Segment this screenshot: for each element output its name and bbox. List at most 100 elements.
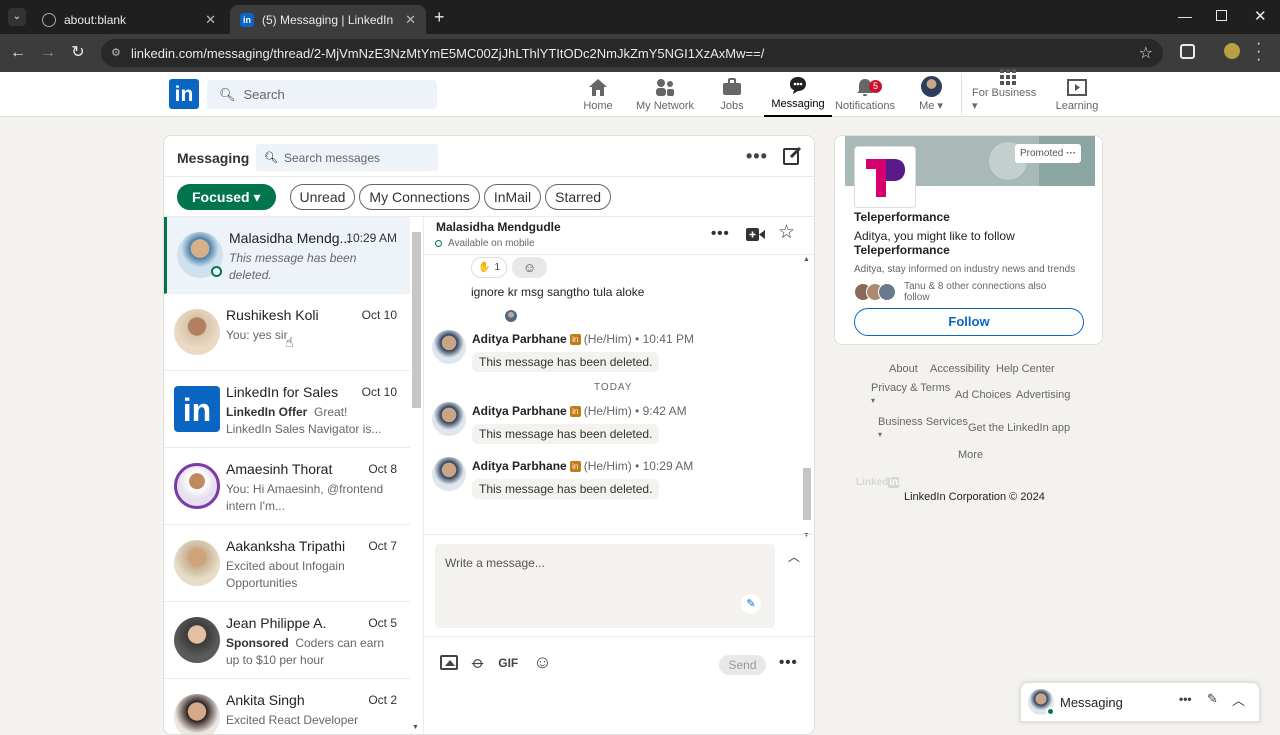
back-icon[interactable]: ← (8, 43, 28, 63)
message-text: ignore kr msg sangtho tula aloke (471, 285, 645, 299)
bookmark-star-icon[interactable]: ☆ (1139, 43, 1153, 63)
video-call-icon[interactable] (746, 228, 765, 246)
follow-button[interactable]: Follow (854, 308, 1084, 336)
attachment-icon[interactable]: ⌀ (467, 652, 489, 673)
footer-privacy-terms[interactable]: Privacy & Terms ▾ (871, 382, 950, 406)
conversation-item-ankita[interactable]: Ankita Singh Oct 2 Excited React Develop… (164, 679, 410, 734)
add-reaction-icon[interactable]: ☺ (512, 257, 547, 278)
search-messages-input[interactable]: 🔍︎ Search messages (256, 144, 438, 171)
linkedin-logo-icon[interactable]: in (169, 79, 199, 109)
image-icon[interactable] (440, 655, 458, 670)
nav-messaging[interactable]: Messaging (764, 72, 832, 117)
conversation-item-jean-philippe[interactable]: Jean Philippe A. Oct 5 Sponsored Coders … (164, 602, 410, 679)
conversation-preview: This message has been deleted. (229, 251, 357, 282)
linkedin-favicon-icon: in (240, 12, 254, 27)
new-tab-icon[interactable]: + (434, 7, 445, 28)
messaging-overlay-bar[interactable]: Messaging ••• ✎ ︿ (1020, 682, 1260, 722)
restore-icon[interactable] (1216, 10, 1227, 21)
scrollbar-thumb[interactable] (412, 232, 421, 408)
mouse-cursor-icon: ☝ (285, 334, 294, 350)
conversation-preview: LinkedIn Offer Great! LinkedIn Sales Nav… (226, 405, 382, 436)
scroll-down-arrow-icon[interactable]: ▼ (412, 724, 419, 731)
conversation-scrollbar[interactable]: ▼ (412, 217, 422, 734)
tab-about-blank[interactable]: about:blank ✕ (32, 5, 226, 34)
conversation-date: Oct 8 (368, 462, 397, 476)
teleperformance-logo-icon[interactable] (854, 146, 916, 208)
tab-linkedin-messaging[interactable]: in (5) Messaging | LinkedIn ✕ (230, 5, 426, 34)
tab-list-icon[interactable]: ⌄ (8, 8, 26, 26)
browser-menu-icon[interactable]: · · · (1256, 36, 1261, 68)
filter-starred[interactable]: Starred (545, 184, 612, 210)
filter-inmail[interactable]: InMail (483, 184, 542, 210)
message-header: Aditya Parbhane in (He/Him) • 10:41 PM (472, 332, 694, 346)
date-divider: TODAY (594, 382, 633, 393)
thread-messages[interactable]: ✋ 1 ☺ ignore kr msg sangtho tula aloke Ad… (424, 256, 814, 539)
send-button[interactable]: Send (719, 655, 766, 675)
scrollbar-thumb[interactable] (803, 468, 811, 520)
overlay-chevron-up-icon[interactable]: ︿ (1232, 690, 1245, 709)
close-tab-icon[interactable]: ✕ (205, 12, 216, 28)
linkedin-logo-icon: in (174, 386, 220, 432)
footer-help-center[interactable]: Help Center (996, 363, 1055, 375)
filter-focused[interactable]: Focused ▾ (177, 184, 276, 210)
promoted-label[interactable]: Promoted ··· (1015, 144, 1082, 163)
footer-business-services[interactable]: Business Services ▾ (878, 416, 968, 440)
footer-advertising[interactable]: Advertising (1016, 389, 1070, 401)
footer-about[interactable]: About (889, 363, 918, 375)
site-info-icon[interactable]: ⚙ (111, 46, 121, 59)
message-header: Aditya Parbhane in (He/Him) • 9:42 AM (472, 404, 687, 418)
expand-compose-icon[interactable]: ︿ (788, 548, 800, 565)
reload-icon[interactable]: ↻ (68, 43, 88, 63)
close-tab-icon[interactable]: ✕ (405, 12, 416, 28)
conversation-name: Amaesinh Thorat (226, 461, 333, 477)
message-input[interactable]: Write a message... ✎ (435, 544, 775, 628)
gif-button[interactable]: GIF (498, 656, 518, 670)
close-window-icon[interactable]: ✕ (1254, 7, 1267, 25)
thread-more-icon[interactable]: ••• (711, 225, 730, 242)
thread-scrollbar[interactable]: ▲ ▼ (802, 256, 812, 539)
scroll-up-arrow-icon[interactable]: ▲ (803, 256, 810, 263)
footer-more[interactable]: More (958, 449, 983, 461)
nav-my-network[interactable]: My Network (634, 72, 696, 117)
conversation-item-amaesinh[interactable]: Amaesinh Thorat Oct 8 You: Hi Amaesinh, … (164, 448, 410, 525)
compose-icon[interactable] (783, 146, 802, 165)
url-field[interactable]: ⚙ linkedin.com/messaging/thread/2-MjVmNz… (101, 39, 1163, 67)
filter-unread[interactable]: Unread (289, 184, 356, 210)
nav-me[interactable]: Me ▾ (914, 72, 948, 117)
conversation-item-rushikesh[interactable]: Rushikesh Koli Oct 10 You: yes sir (164, 294, 410, 371)
overlay-compose-icon[interactable]: ✎ (1207, 691, 1218, 707)
conversation-name: Rushikesh Koli (226, 307, 319, 323)
ad-company-name[interactable]: Teleperformance (854, 210, 950, 224)
more-options-icon[interactable]: ••• (746, 146, 768, 167)
nav-home[interactable]: Home (578, 72, 618, 117)
nav-notifications[interactable]: 5 Notifications (834, 72, 896, 117)
footer-accessibility[interactable]: Accessibility (930, 363, 990, 375)
nav-learning[interactable]: Learning (1054, 72, 1100, 117)
conversation-item-linkedin-sales[interactable]: in LinkedIn for Sales Oct 10 LinkedIn Of… (164, 371, 410, 448)
nav-jobs[interactable]: Jobs (716, 72, 748, 117)
emoji-icon[interactable]: ☺ (533, 652, 551, 673)
global-search-input[interactable]: 🔍︎ Search (207, 80, 437, 109)
avatar (432, 457, 466, 491)
conversation-item-malasidha[interactable]: Malasidha Mendg... 10:29 AM This message… (164, 217, 410, 294)
forward-icon[interactable]: → (38, 43, 58, 63)
message-header: Aditya Parbhane in (He/Him) • 10:29 AM (472, 459, 694, 473)
deleted-message: This message has been deleted. (472, 352, 660, 372)
footer-ad-choices[interactable]: Ad Choices (955, 389, 1011, 401)
nav-for-business[interactable]: For Business ▾ (972, 69, 1044, 117)
premium-icon: in (569, 461, 581, 473)
filter-my-connections[interactable]: My Connections (359, 184, 480, 210)
star-icon[interactable]: ☆ (778, 221, 795, 244)
conversation-date: Oct 5 (368, 616, 397, 630)
send-options-icon[interactable]: ••• (779, 654, 798, 671)
reaction-chip[interactable]: ✋ 1 (471, 257, 508, 278)
footer-get-app[interactable]: Get the LinkedIn app (968, 422, 1070, 434)
conversation-item-aakanksha[interactable]: Aakanksha Tripathi Oct 7 Excited about I… (164, 525, 410, 602)
thread-name[interactable]: Malasidha Mendgudle (436, 220, 561, 234)
extensions-icon[interactable] (1180, 44, 1195, 59)
minimize-icon[interactable]: — (1178, 8, 1192, 24)
overlay-more-icon[interactable]: ••• (1179, 692, 1192, 706)
extension-pin-icon[interactable] (1224, 43, 1240, 59)
conversation-list[interactable]: Malasidha Mendg... 10:29 AM This message… (164, 217, 424, 734)
ai-assist-icon[interactable]: ✎ (741, 594, 761, 614)
